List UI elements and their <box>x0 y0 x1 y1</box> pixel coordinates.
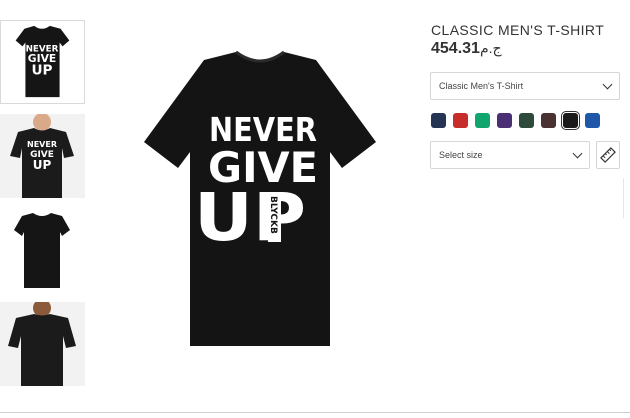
color-swatch-forest[interactable] <box>519 113 534 128</box>
color-swatch-red[interactable] <box>453 113 468 128</box>
product-main-image: NEVER GIVE UP BLYCKB <box>140 50 380 350</box>
ruler-icon <box>600 147 616 163</box>
model-print-line1: NEVER <box>27 140 57 149</box>
thumbnail-plain-front[interactable] <box>0 208 85 292</box>
price-value: 454.31 <box>431 40 480 57</box>
thumb-print-line3: UP <box>31 63 52 79</box>
thumbnail-model-front[interactable]: NEVER GIVE UP <box>0 114 85 198</box>
divider <box>623 178 624 218</box>
style-select[interactable]: Classic Men's T-Shirt <box>430 72 620 100</box>
size-select-value: Select size <box>439 150 483 160</box>
print-line-up: UP <box>194 179 306 256</box>
chevron-down-icon <box>572 148 583 158</box>
color-swatches <box>431 111 600 130</box>
thumbnail-front-print[interactable]: NEVER GIVE UP <box>0 20 85 104</box>
color-swatch-black[interactable] <box>561 111 580 130</box>
color-swatch-green[interactable] <box>475 113 490 128</box>
style-select-value: Classic Men's T-Shirt <box>439 81 524 91</box>
model-print-line3: UP <box>33 158 52 172</box>
thumbnail-model-back[interactable] <box>0 302 85 386</box>
divider <box>0 412 630 413</box>
color-swatch-royal[interactable] <box>585 113 600 128</box>
print-vertical-text: BLYCKB <box>268 196 278 234</box>
price-currency: ج.م <box>479 40 502 56</box>
size-select[interactable]: Select size <box>430 141 590 169</box>
color-swatch-purple[interactable] <box>497 113 512 128</box>
color-swatch-navy[interactable] <box>431 113 446 128</box>
product-title: CLASSIC MEN'S T-SHIRT <box>431 22 605 38</box>
color-swatch-maroon[interactable] <box>541 113 556 128</box>
chevron-down-icon <box>602 79 613 89</box>
product-price: 454.31ج.م <box>431 40 502 58</box>
size-guide-button[interactable] <box>596 141 620 169</box>
